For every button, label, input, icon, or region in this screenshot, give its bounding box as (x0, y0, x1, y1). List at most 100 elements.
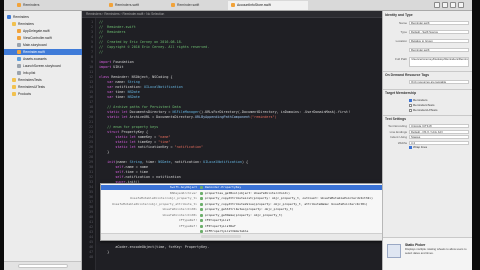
text-setting-value[interactable]: Spaces (409, 135, 469, 139)
target-checkbox[interactable]: RemindersTests (409, 103, 435, 107)
target-checkbox[interactable]: Reminders (409, 98, 428, 102)
navigator-item-label: RemindersUITests (18, 85, 45, 89)
file-icon (17, 57, 21, 62)
completion-item[interactable]: UnsafeMutablePointer<objc_property_attri… (101, 202, 387, 207)
code-token: ("reminders") (250, 115, 277, 119)
line-number: 46 (89, 245, 93, 249)
file-icon (12, 85, 16, 90)
code-token: ().URLsForDirectory(.DocumentDirectory, … (199, 110, 351, 114)
symbol-kind-icon (200, 186, 203, 189)
tab-reminders-swift[interactable]: Reminders.swift (106, 1, 166, 10)
code-line: // Copyright © 2016 Eric Cerney. All rig… (99, 45, 209, 49)
completion-item[interactable]: NSKeyedArchiver properties_getBool(object… (101, 191, 387, 196)
code-token: .time = time (123, 170, 149, 174)
line-number: 48 (89, 255, 93, 259)
wrap-lines-checkbox[interactable]: Wrap lines (409, 145, 427, 149)
completion-name: property_copyAttributeList(property: obj… (205, 196, 373, 200)
tab-account-info-store[interactable]: AccountInfoStore.swift (228, 1, 308, 10)
swift-file-icon (171, 3, 175, 8)
completion-item[interactable]: UnsafePointer<Int8> property_getName(prop… (101, 213, 387, 218)
file-inspector: Identity and Type Name Reminder.swift Type… (382, 11, 472, 270)
navigator-item[interactable]: RemindersTests (4, 77, 90, 83)
swift-file-icon (231, 3, 235, 8)
code-line: static let DocumentsDirectory = NSFileMa… (99, 110, 350, 114)
symbol-kind-icon (200, 219, 203, 222)
line-number: 42 (89, 225, 93, 229)
line-number: 1 (91, 20, 93, 24)
code-token: NSDate (127, 90, 140, 94)
code-token: struct (99, 130, 122, 134)
code-completion-popup[interactable]: Swift.AnyObject Reminder.PropertyKey NSKey… (100, 183, 388, 241)
code-token: Reminder (111, 75, 128, 79)
text-setting-value[interactable]: 4 4 (409, 140, 469, 145)
code-token: // Copyright © 2016 Eric Cerney. All rig… (99, 45, 210, 49)
navigator-item[interactable]: RemindersUITests (4, 84, 90, 90)
navigator-item-label: Info.plist (23, 71, 36, 75)
line-number: 14 (89, 85, 93, 89)
navigator-item[interactable]: Reminders (4, 14, 85, 20)
standard-editor-icon[interactable] (434, 2, 440, 8)
code-token: } (99, 250, 110, 254)
completion-item[interactable]: CFTypeRef! CFPropertyListRef (101, 224, 387, 229)
inspector-field-value[interactable]: Default - Swift Source (409, 30, 469, 34)
line-number: 37 (89, 200, 93, 204)
tab-reminder-swift[interactable]: Reminder.swift (168, 1, 226, 10)
code-line: import Foundation (99, 60, 134, 64)
code-line: // Reminders (99, 30, 126, 34)
ondemand-tags-field[interactable]: Only resources are taggable (409, 80, 469, 84)
line-number: 15 (89, 90, 93, 94)
text-settings-header: Text Settings (385, 117, 407, 121)
tab-reminders[interactable]: Reminders (14, 1, 56, 10)
navigator-item[interactable]: Reminders (4, 21, 90, 27)
date-picker-icon[interactable] (387, 244, 401, 258)
navigator-item-label: LaunchScreen.storyboard (23, 64, 61, 68)
line-number: 10 (89, 65, 93, 69)
completion-item[interactable]: CFTypeRef! CFPropertyList (101, 218, 387, 223)
code-token: var (99, 95, 116, 99)
file-icon (17, 29, 21, 34)
completion-item[interactable]: UnsafePointer<Int8> property_getAttribute… (101, 207, 387, 212)
completion-item[interactable]: Swift.AnyObject Reminder.PropertyKey (101, 185, 387, 190)
completion-item[interactable]: UnsafeMutablePointer<objc_property_t> pro… (101, 196, 387, 201)
line-number: 31 (89, 170, 93, 174)
code-line: var notification: UILocalNotification (99, 85, 183, 89)
code-line: self.name = name (99, 165, 148, 169)
line-number: 8 (91, 55, 93, 59)
line-number: 18 (89, 105, 93, 109)
code-line: static let nameKey = "name" (99, 135, 170, 139)
line-number: 33 (89, 180, 93, 184)
target-checkbox[interactable]: RemindersUITests (409, 108, 438, 112)
inspector-toggle-icon[interactable] (458, 2, 464, 8)
checkbox-icon (409, 145, 412, 149)
line-number: 45 (89, 240, 93, 244)
line-number: 39 (89, 210, 93, 214)
inspector-field-value[interactable]: /Users/ericcerney/Desktop/Reminders/Remi… (409, 57, 469, 67)
identity-header: Identity and Type (385, 13, 413, 17)
line-number: 30 (89, 165, 93, 169)
text-setting-value[interactable]: Unicode (UTF-8) (409, 124, 469, 128)
divider (383, 71, 472, 72)
completion-type: UnsafePointer<Int8> (162, 212, 197, 217)
inspector-field-value[interactable]: Reminder.swift (409, 48, 469, 52)
line-number: 17 (89, 100, 93, 104)
line-number-gutter: 1 2 3 4 5 6 7 8 9 10 11 12 13 14 15 16 17 18 19 20 21 22 23 24 2… (82, 18, 96, 270)
completion-name: CFPropertyListRef (205, 223, 236, 228)
inspector-field-value[interactable]: Relative to Group (409, 39, 469, 43)
inspector-field-value[interactable]: Reminder.swift (409, 21, 469, 25)
navigator-filter-input[interactable] (18, 264, 68, 268)
line-number: 9 (91, 60, 93, 64)
code-line: var time: NSDate (99, 95, 140, 99)
code-token: , notification: (170, 160, 204, 164)
completion-footer (101, 233, 387, 240)
navigator-item-label: Assets.xcassets (23, 57, 47, 61)
navigator-item[interactable]: Products (4, 91, 90, 97)
assistant-editor-icon[interactable] (442, 2, 448, 8)
object-library: Static Picker Displays multiple rotating… (383, 237, 472, 270)
line-number: 34 (89, 185, 93, 189)
jump-bar[interactable]: Reminders › Reminders › Reminder.swift ›… (82, 11, 382, 18)
navigator-toggle-icon[interactable] (450, 2, 456, 8)
text-setting-value[interactable]: Default - OS X / Unix (LF) (409, 129, 469, 134)
completion-type: NSKeyedArchiver (169, 190, 197, 195)
code-token: Foundation (113, 60, 134, 64)
target-label: Reminders (413, 98, 428, 102)
